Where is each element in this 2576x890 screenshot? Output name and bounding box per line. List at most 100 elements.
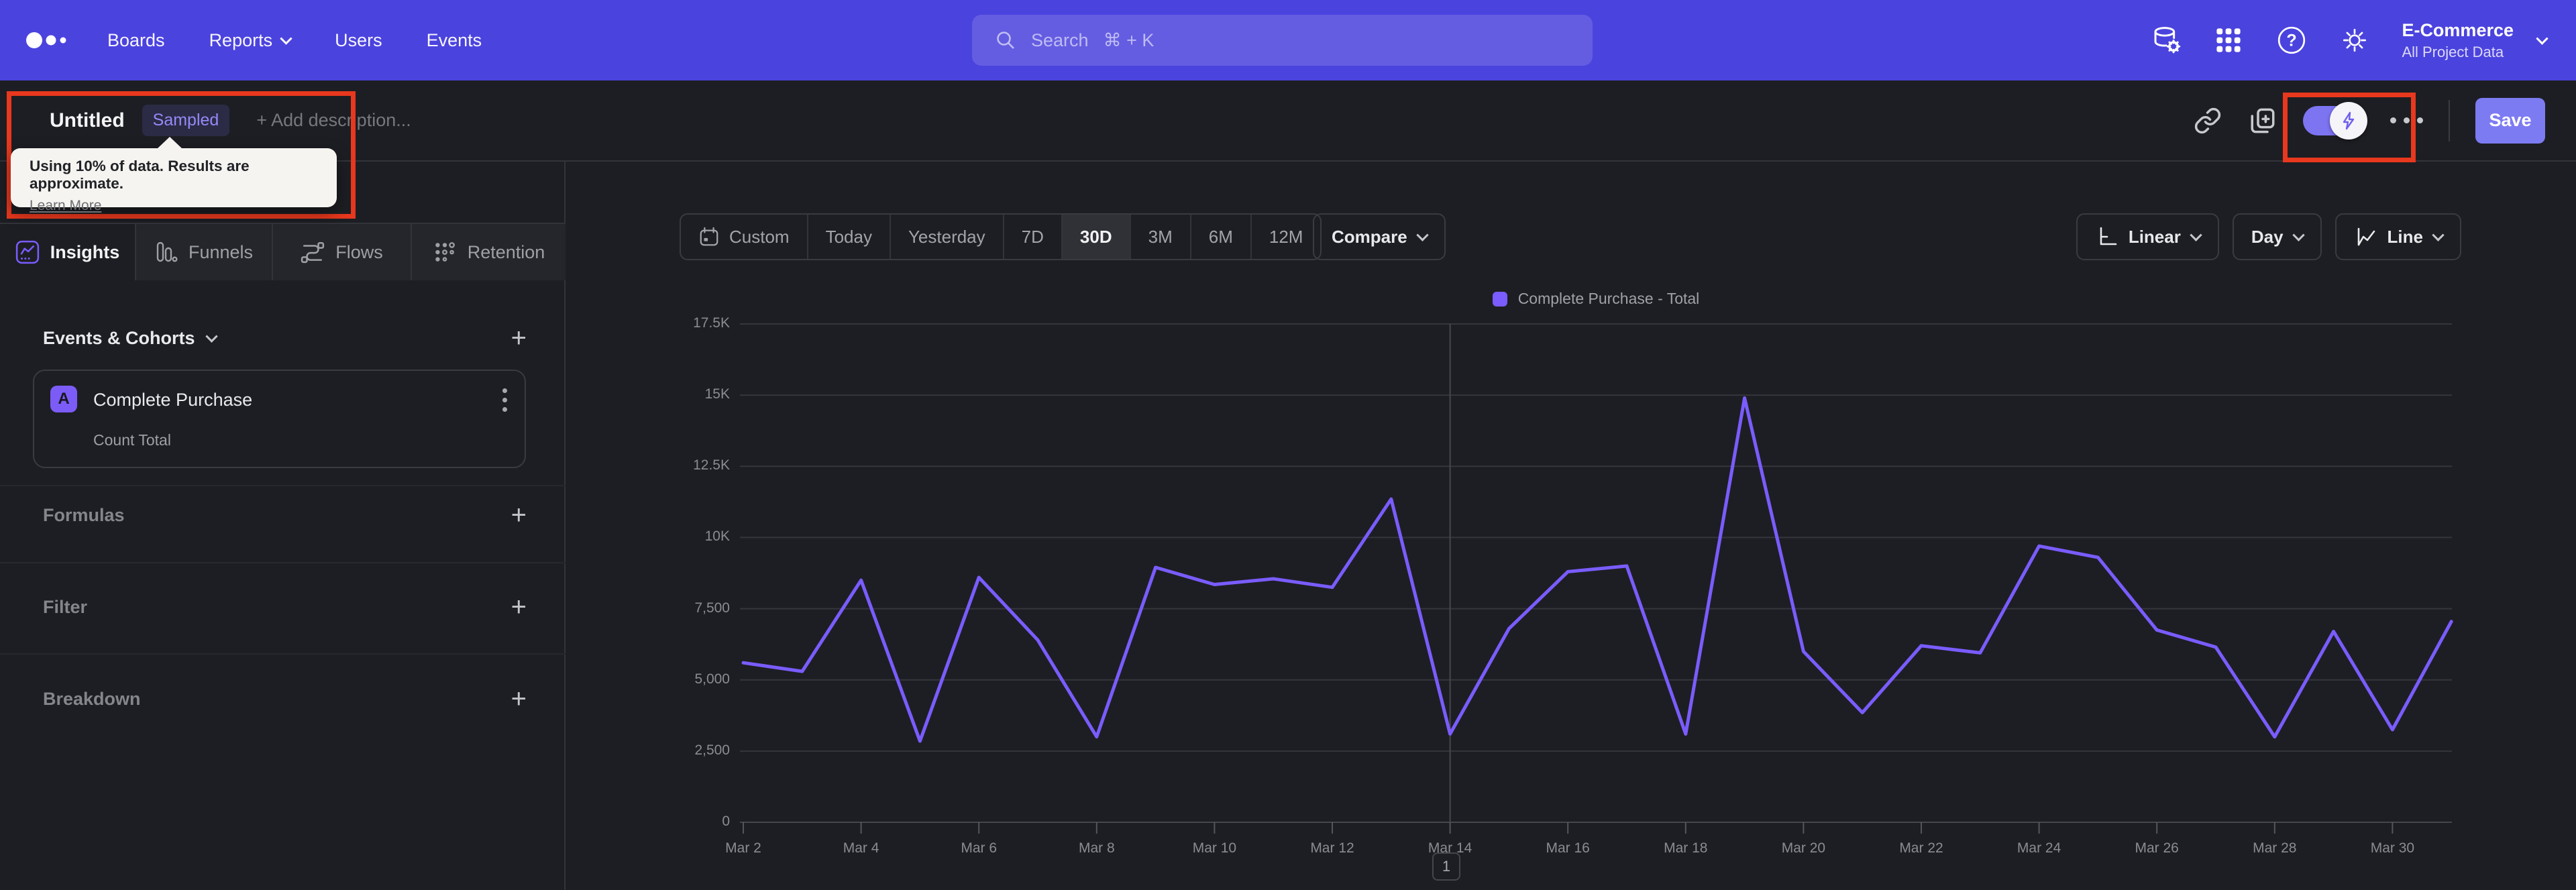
- more-options-icon[interactable]: [2390, 117, 2423, 123]
- save-button[interactable]: Save: [2475, 97, 2545, 144]
- nav-right-cluster: ? E-Commerce All Project Data: [2149, 0, 2576, 80]
- range-6m[interactable]: 6M: [1189, 215, 1250, 259]
- date-range-segmented-control: Custom Today Yesterday 7D 30D 3M 6M 12M: [680, 213, 1322, 260]
- project-name: E-Commerce: [2402, 19, 2514, 40]
- series-letter-badge: A: [50, 386, 77, 412]
- search-input[interactable]: Search ⌘ + K: [972, 15, 1593, 66]
- add-breakdown-button[interactable]: +: [511, 685, 527, 712]
- retention-icon: [433, 240, 457, 264]
- x-tick-label: Mar 28: [2253, 840, 2297, 856]
- x-tick-label: Mar 30: [2370, 840, 2415, 856]
- query-sidebar: Insights Funnels Flows Retention Events & C…: [0, 162, 566, 890]
- chart-legend[interactable]: Complete Purchase - Total: [740, 290, 2452, 308]
- range-yesterday[interactable]: Yesterday: [889, 215, 1003, 259]
- chevron-down-icon: [2292, 228, 2305, 241]
- event-name[interactable]: Complete Purchase: [93, 390, 252, 410]
- nav-item-users[interactable]: Users: [335, 30, 382, 51]
- add-description[interactable]: + Add description...: [256, 110, 411, 131]
- tab-label: Flows: [335, 241, 383, 262]
- x-tick-label: Mar 16: [1546, 840, 1590, 856]
- x-tick-label: Mar 18: [1664, 840, 1708, 856]
- formulas-section: Formulas +: [43, 495, 527, 535]
- range-30d[interactable]: 30D: [1061, 215, 1130, 259]
- sampling-tooltip: Using 10% of data. Results are approxima…: [11, 137, 337, 213]
- settings-gear-icon[interactable]: [2339, 24, 2371, 56]
- events-cohorts-chevron-down-icon[interactable]: [205, 329, 218, 343]
- tab-retention[interactable]: Retention: [412, 224, 566, 280]
- share-link-icon[interactable]: [2193, 106, 2222, 135]
- range-label: 12M: [1269, 226, 1303, 247]
- nav-items: Boards Reports Users Events: [107, 30, 482, 51]
- nav-item-boards[interactable]: Boards: [107, 30, 165, 51]
- tab-label: Insights: [50, 241, 120, 262]
- chart-type-dropdown[interactable]: Line: [2334, 213, 2461, 260]
- flash-sampling-toggle[interactable]: [2303, 101, 2367, 140]
- mixpanel-insights-report: Boards Reports Users Events Search ⌘ + K: [0, 0, 2576, 890]
- nav-item-events[interactable]: Events: [427, 30, 482, 51]
- pagination-page-button[interactable]: 1: [1432, 852, 1460, 881]
- report-title[interactable]: Untitled: [50, 109, 125, 132]
- project-scope: All Project Data: [2402, 43, 2504, 60]
- scale-label: Linear: [2128, 226, 2181, 247]
- range-3m[interactable]: 3M: [1129, 215, 1190, 259]
- breakdown-label: Breakdown: [43, 688, 141, 709]
- chevron-down-icon: [1416, 228, 1429, 241]
- apps-grid-icon[interactable]: [2212, 24, 2245, 56]
- x-tick-label: Mar 8: [1078, 840, 1115, 856]
- learn-more-link[interactable]: Learn More: [30, 198, 101, 214]
- divider: [0, 485, 566, 486]
- compare-label: Compare: [1332, 226, 1407, 247]
- sampled-badge[interactable]: Sampled: [142, 105, 230, 136]
- add-event-button[interactable]: +: [511, 325, 527, 351]
- line-chart[interactable]: [740, 309, 2453, 845]
- project-selector[interactable]: E-Commerce All Project Data: [2402, 20, 2514, 61]
- nav-item-reports[interactable]: Reports: [209, 30, 292, 51]
- add-filter-button[interactable]: +: [511, 594, 527, 620]
- tab-insights[interactable]: Insights: [0, 224, 136, 280]
- range-7d[interactable]: 7D: [1002, 215, 1061, 259]
- range-label: Yesterday: [908, 226, 985, 247]
- title-bar-actions: Save: [2193, 97, 2576, 144]
- help-icon[interactable]: ?: [2275, 24, 2308, 56]
- range-label: 3M: [1148, 226, 1173, 247]
- range-label: Custom: [729, 226, 790, 247]
- insights-icon: [15, 240, 40, 264]
- y-tick-label: 17.5K: [693, 315, 730, 331]
- report-title-bar: Untitled Sampled + Add description... Sa…: [0, 80, 2576, 162]
- legend-swatch: [1492, 291, 1507, 307]
- data-sources-icon[interactable]: [2149, 24, 2182, 56]
- chevron-down-icon: [280, 32, 292, 45]
- divider: [0, 653, 566, 655]
- range-12m[interactable]: 12M: [1250, 215, 1321, 259]
- y-tick-label: 7,500: [694, 600, 730, 616]
- filter-label: Filter: [43, 596, 88, 617]
- project-chevron-down-icon[interactable]: [2536, 32, 2548, 45]
- event-card[interactable]: A Complete Purchase Count Total: [33, 370, 526, 468]
- series-line: [741, 396, 2453, 743]
- tab-label: Funnels: [188, 241, 254, 262]
- y-tick-label: 2,500: [694, 742, 730, 758]
- tab-flows[interactable]: Flows: [273, 224, 412, 280]
- compare-dropdown[interactable]: Compare: [1313, 213, 1446, 260]
- range-custom[interactable]: Custom: [681, 215, 807, 259]
- mixpanel-logo-icon[interactable]: [25, 30, 68, 50]
- event-metric[interactable]: Count Total: [93, 431, 171, 449]
- event-kebab-menu-icon[interactable]: [502, 388, 507, 412]
- tab-funnels[interactable]: Funnels: [136, 224, 273, 280]
- interval-dropdown[interactable]: Day: [2232, 213, 2322, 260]
- nav-item-label: Reports: [209, 30, 273, 50]
- top-nav: Boards Reports Users Events Search ⌘ + K: [0, 0, 2576, 80]
- add-formula-button[interactable]: +: [511, 502, 527, 529]
- copy-to-board-icon[interactable]: [2248, 106, 2277, 135]
- filter-section: Filter +: [43, 587, 527, 627]
- tab-label: Retention: [467, 241, 545, 262]
- x-tick-label: Mar 24: [2017, 840, 2061, 856]
- search-shortcut: ⌘ + K: [1103, 30, 1155, 50]
- body: Insights Funnels Flows Retention Events & C…: [0, 162, 2576, 890]
- scale-dropdown[interactable]: Linear: [2076, 213, 2219, 260]
- range-label: 30D: [1079, 226, 1112, 247]
- range-today[interactable]: Today: [806, 215, 890, 259]
- range-label: 7D: [1021, 226, 1044, 247]
- interval-label: Day: [2251, 226, 2284, 247]
- chart-type-label: Line: [2387, 226, 2423, 247]
